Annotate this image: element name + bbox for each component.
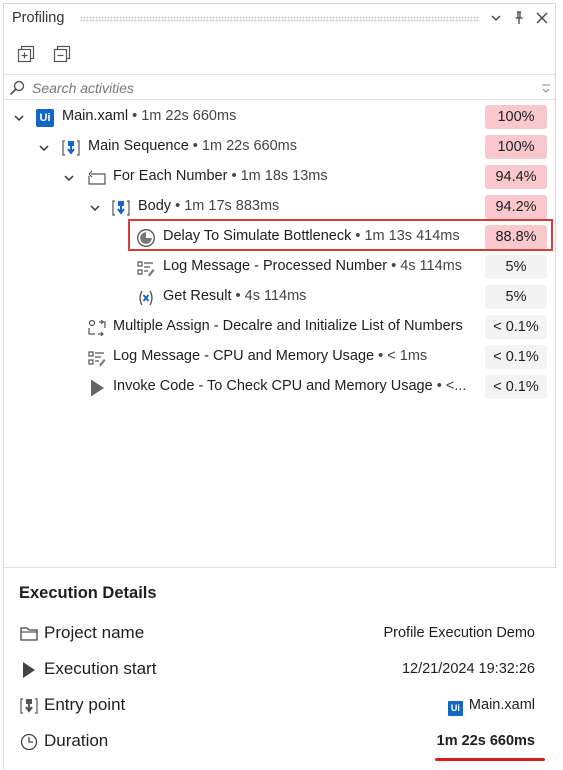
activity-time: < 1ms xyxy=(387,348,428,364)
pin-icon[interactable] xyxy=(511,10,527,26)
folder-icon xyxy=(19,624,39,644)
profiling-panel: Profiling Search activities Ui Main.xaml… xyxy=(3,3,557,770)
activity-time: 1m 17s 883ms xyxy=(184,198,280,214)
search-icon xyxy=(8,79,26,97)
detail-label: Execution start xyxy=(44,659,157,678)
percent-badge: 5% xyxy=(485,285,547,309)
duration-underline xyxy=(435,758,545,761)
detail-value[interactable]: Main.xaml xyxy=(469,697,535,713)
activity-time: 1m 22s 660ms xyxy=(201,138,298,154)
chevron-down-icon[interactable] xyxy=(38,141,50,153)
detail-row-duration: Duration 1m 22s 660ms xyxy=(4,726,557,762)
tree-row-for-each-number[interactable]: For Each Number • 1m 18s 13ms 94.4% xyxy=(4,162,555,192)
detail-row-project-name: Project name Profile Execution Demo xyxy=(4,618,557,654)
tree-row-body[interactable]: Body • 1m 17s 883ms 94.2% xyxy=(4,192,555,222)
chevron-down-icon[interactable] xyxy=(488,10,504,26)
filter-dropdown-icon[interactable] xyxy=(541,82,551,94)
tree-row-main-xaml[interactable]: Ui Main.xaml • 1m 22s 660ms 100% xyxy=(4,102,555,132)
play-icon xyxy=(19,660,39,680)
tree-row-invoke-code[interactable]: Invoke Code - To Check CPU and Memory Us… xyxy=(4,372,555,402)
drag-grip[interactable] xyxy=(80,16,480,22)
collapse-all-icon[interactable] xyxy=(52,44,72,64)
search-bar xyxy=(4,74,555,100)
activity-name: Get Result xyxy=(163,288,232,304)
detail-label: Project name xyxy=(44,623,145,642)
activity-name: Body xyxy=(138,198,172,214)
execution-details-panel: Execution Details Project name Profile E… xyxy=(4,567,557,770)
percent-badge: < 0.1% xyxy=(485,375,547,399)
activity-time: 1m 18s 13ms xyxy=(240,168,328,184)
uipath-logo-icon: Ui xyxy=(36,108,54,127)
activity-name: Log Message - CPU and Memory Usage xyxy=(113,348,375,364)
uipath-logo-icon: Ui xyxy=(447,701,463,716)
detail-value: Profile Execution Demo xyxy=(383,625,535,641)
close-icon[interactable] xyxy=(534,10,550,26)
chevron-down-icon[interactable] xyxy=(89,201,101,213)
activity-name: For Each Number xyxy=(113,168,228,184)
detail-label: Duration xyxy=(44,731,109,750)
search-input[interactable] xyxy=(32,78,512,98)
tree-row-multiple-assign[interactable]: Multiple Assign - Decalre and Initialize… xyxy=(4,312,555,342)
panel-title: Profiling xyxy=(12,10,65,26)
panel-title-bar: Profiling xyxy=(4,4,555,32)
activity-name: Log Message - Processed Number xyxy=(163,258,388,274)
clock-icon xyxy=(19,732,39,752)
tree-row-log-message-cpu-memory[interactable]: Log Message - CPU and Memory Usage • < 1… xyxy=(4,342,555,372)
detail-row-entry-point: Entry point Ui Main.xaml xyxy=(4,690,557,726)
activity-name: Main.xaml xyxy=(62,108,129,124)
variable-icon xyxy=(136,288,154,306)
detail-value: 12/21/2024 19:32:26 xyxy=(401,661,535,677)
profiling-toolbar xyxy=(4,40,555,68)
loop-icon xyxy=(87,168,106,186)
percent-badge: 94.4% xyxy=(485,165,547,189)
entry-point-icon xyxy=(19,696,39,716)
activity-name: Multiple Assign - Decalre and Initialize… xyxy=(113,318,463,334)
activity-time: <... xyxy=(445,378,467,394)
multiple-assign-icon xyxy=(87,318,106,337)
play-icon xyxy=(87,378,105,397)
percent-badge: 100% xyxy=(485,105,547,129)
activity-name: Invoke Code - To Check CPU and Memory Us… xyxy=(113,378,433,394)
chevron-down-icon[interactable] xyxy=(63,171,75,183)
tree-row-main-sequence[interactable]: Main Sequence • 1m 22s 660ms 100% xyxy=(4,132,555,162)
detail-row-execution-start: Execution start 12/21/2024 19:32:26 xyxy=(4,654,557,690)
activity-time: 1m 22s 660ms xyxy=(141,108,237,124)
percent-badge: 94.2% xyxy=(485,195,547,219)
detail-value: 1m 22s 660ms xyxy=(436,733,535,749)
activity-name: Main Sequence xyxy=(88,138,189,154)
detail-label: Entry point xyxy=(44,695,126,714)
sequence-icon xyxy=(111,198,130,216)
expand-all-icon[interactable] xyxy=(16,44,36,64)
tree-row-get-result[interactable]: Get Result • 4s 114ms 5% xyxy=(4,282,555,312)
percent-badge: 5% xyxy=(485,255,547,279)
percent-badge: < 0.1% xyxy=(485,345,547,369)
percent-badge: < 0.1% xyxy=(485,315,547,339)
activity-time: 4s 114ms xyxy=(400,258,462,274)
chevron-down-icon[interactable] xyxy=(13,111,25,123)
percent-badge: 100% xyxy=(485,135,547,159)
log-message-icon xyxy=(87,348,106,367)
tree-row-log-message-processed-number[interactable]: Log Message - Processed Number • 4s 114m… xyxy=(4,252,555,282)
execution-details-title: Execution Details xyxy=(19,584,157,602)
selected-row-highlight xyxy=(128,219,553,251)
activity-time: 4s 114ms xyxy=(244,288,307,304)
sequence-icon xyxy=(61,138,80,156)
log-message-icon xyxy=(136,258,155,277)
